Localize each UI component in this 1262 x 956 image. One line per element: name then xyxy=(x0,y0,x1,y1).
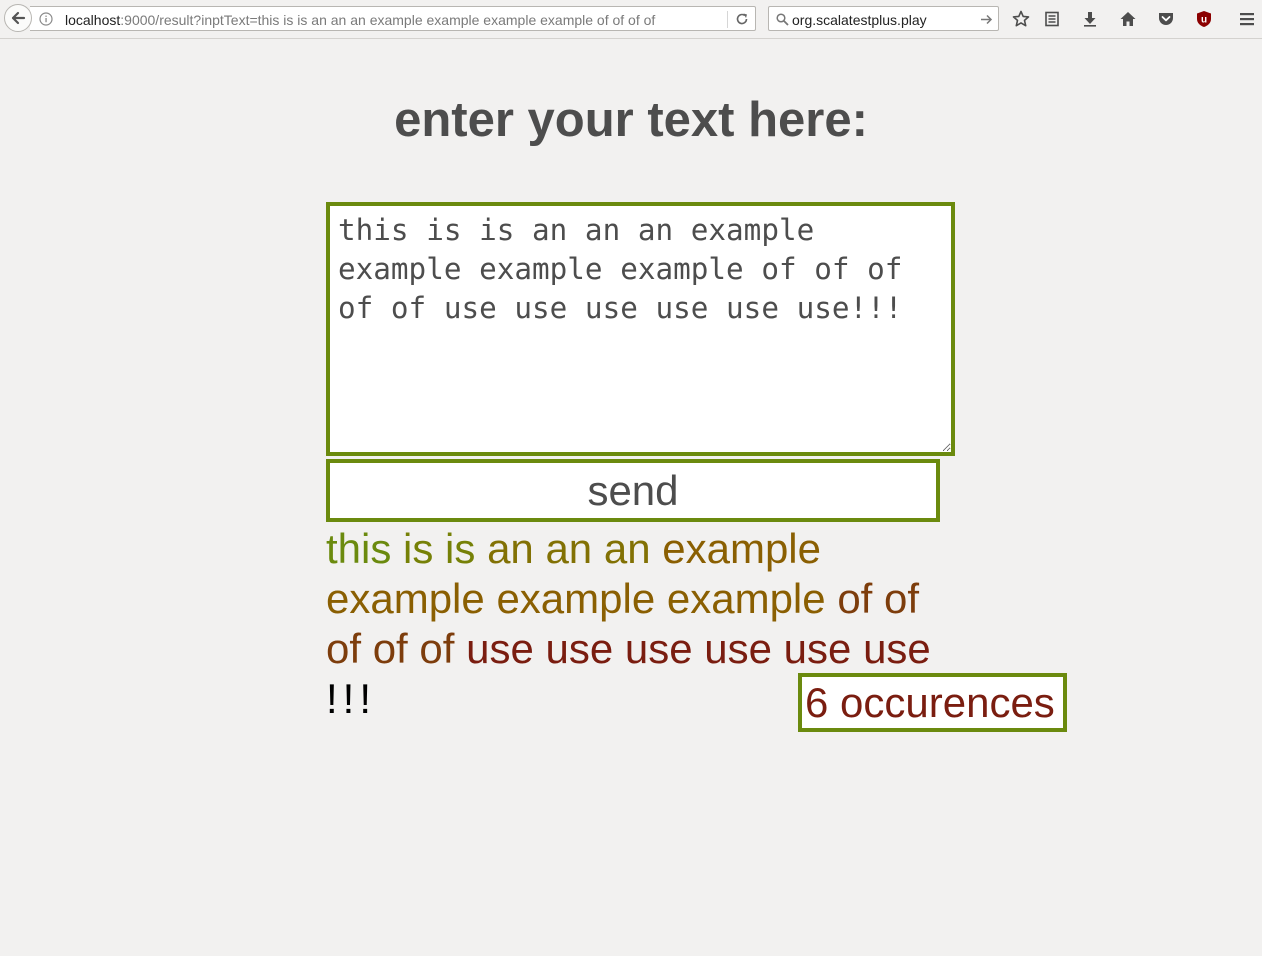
result-word: an xyxy=(603,525,651,572)
result-word: an xyxy=(545,525,593,572)
occurrences-box: 6 occurences xyxy=(798,673,1067,732)
result-word: an xyxy=(487,525,534,572)
result-word: use xyxy=(624,625,693,672)
back-arrow-icon xyxy=(10,10,26,26)
search-bar[interactable]: org.scalatestplus.play xyxy=(768,6,999,31)
url-divider xyxy=(727,11,728,28)
result-punctuation: ! xyxy=(326,675,338,722)
result-word: of xyxy=(837,575,873,622)
result-word: example xyxy=(326,575,485,622)
url-path: :9000/result?inptText=this is is an an a… xyxy=(120,12,656,28)
result-punctuation: ! xyxy=(359,675,372,722)
result-word: is xyxy=(403,525,434,572)
result-word: of xyxy=(372,625,408,672)
send-button[interactable]: send xyxy=(326,459,940,522)
reload-icon[interactable] xyxy=(732,10,752,28)
result-word: use xyxy=(545,625,614,672)
page-title: enter your text here: xyxy=(394,93,868,147)
result-word: of xyxy=(326,625,362,672)
result-word: this xyxy=(326,525,392,572)
hamburger-menu-icon[interactable] xyxy=(1235,7,1259,31)
ublock-icon[interactable]: u xyxy=(1192,7,1216,31)
home-icon[interactable] xyxy=(1116,7,1140,31)
result-word: of xyxy=(884,575,920,622)
url-text[interactable]: localhost:9000/result?inptText=this is i… xyxy=(65,11,727,29)
text-input[interactable]: this is is an an an example example exam… xyxy=(326,202,955,456)
result-word: of xyxy=(419,625,455,672)
result-word: is xyxy=(445,525,476,572)
result-word: use xyxy=(704,625,772,672)
info-icon[interactable] xyxy=(38,11,54,27)
go-arrow-icon[interactable] xyxy=(978,10,994,28)
url-host: localhost xyxy=(65,12,121,28)
result-word: example xyxy=(666,575,826,622)
result-punctuation: ! xyxy=(342,675,355,722)
result-word: use xyxy=(783,625,852,672)
star-icon[interactable] xyxy=(1009,7,1033,31)
svg-text:u: u xyxy=(1201,15,1207,26)
search-input[interactable]: org.scalatestplus.play xyxy=(792,11,927,29)
back-button[interactable] xyxy=(4,4,32,32)
url-bar[interactable]: localhost:9000/result?inptText=this is i… xyxy=(30,6,756,31)
result-word: example xyxy=(662,525,821,572)
result-word: use xyxy=(863,625,931,672)
reading-list-icon[interactable] xyxy=(1040,7,1064,31)
search-icon xyxy=(774,11,790,27)
browser-toolbar: localhost:9000/result?inptText=this is i… xyxy=(0,0,1262,39)
download-icon[interactable] xyxy=(1078,7,1102,31)
result-word: use xyxy=(466,625,534,672)
result-word: example xyxy=(496,575,656,622)
pocket-icon[interactable] xyxy=(1154,7,1178,31)
